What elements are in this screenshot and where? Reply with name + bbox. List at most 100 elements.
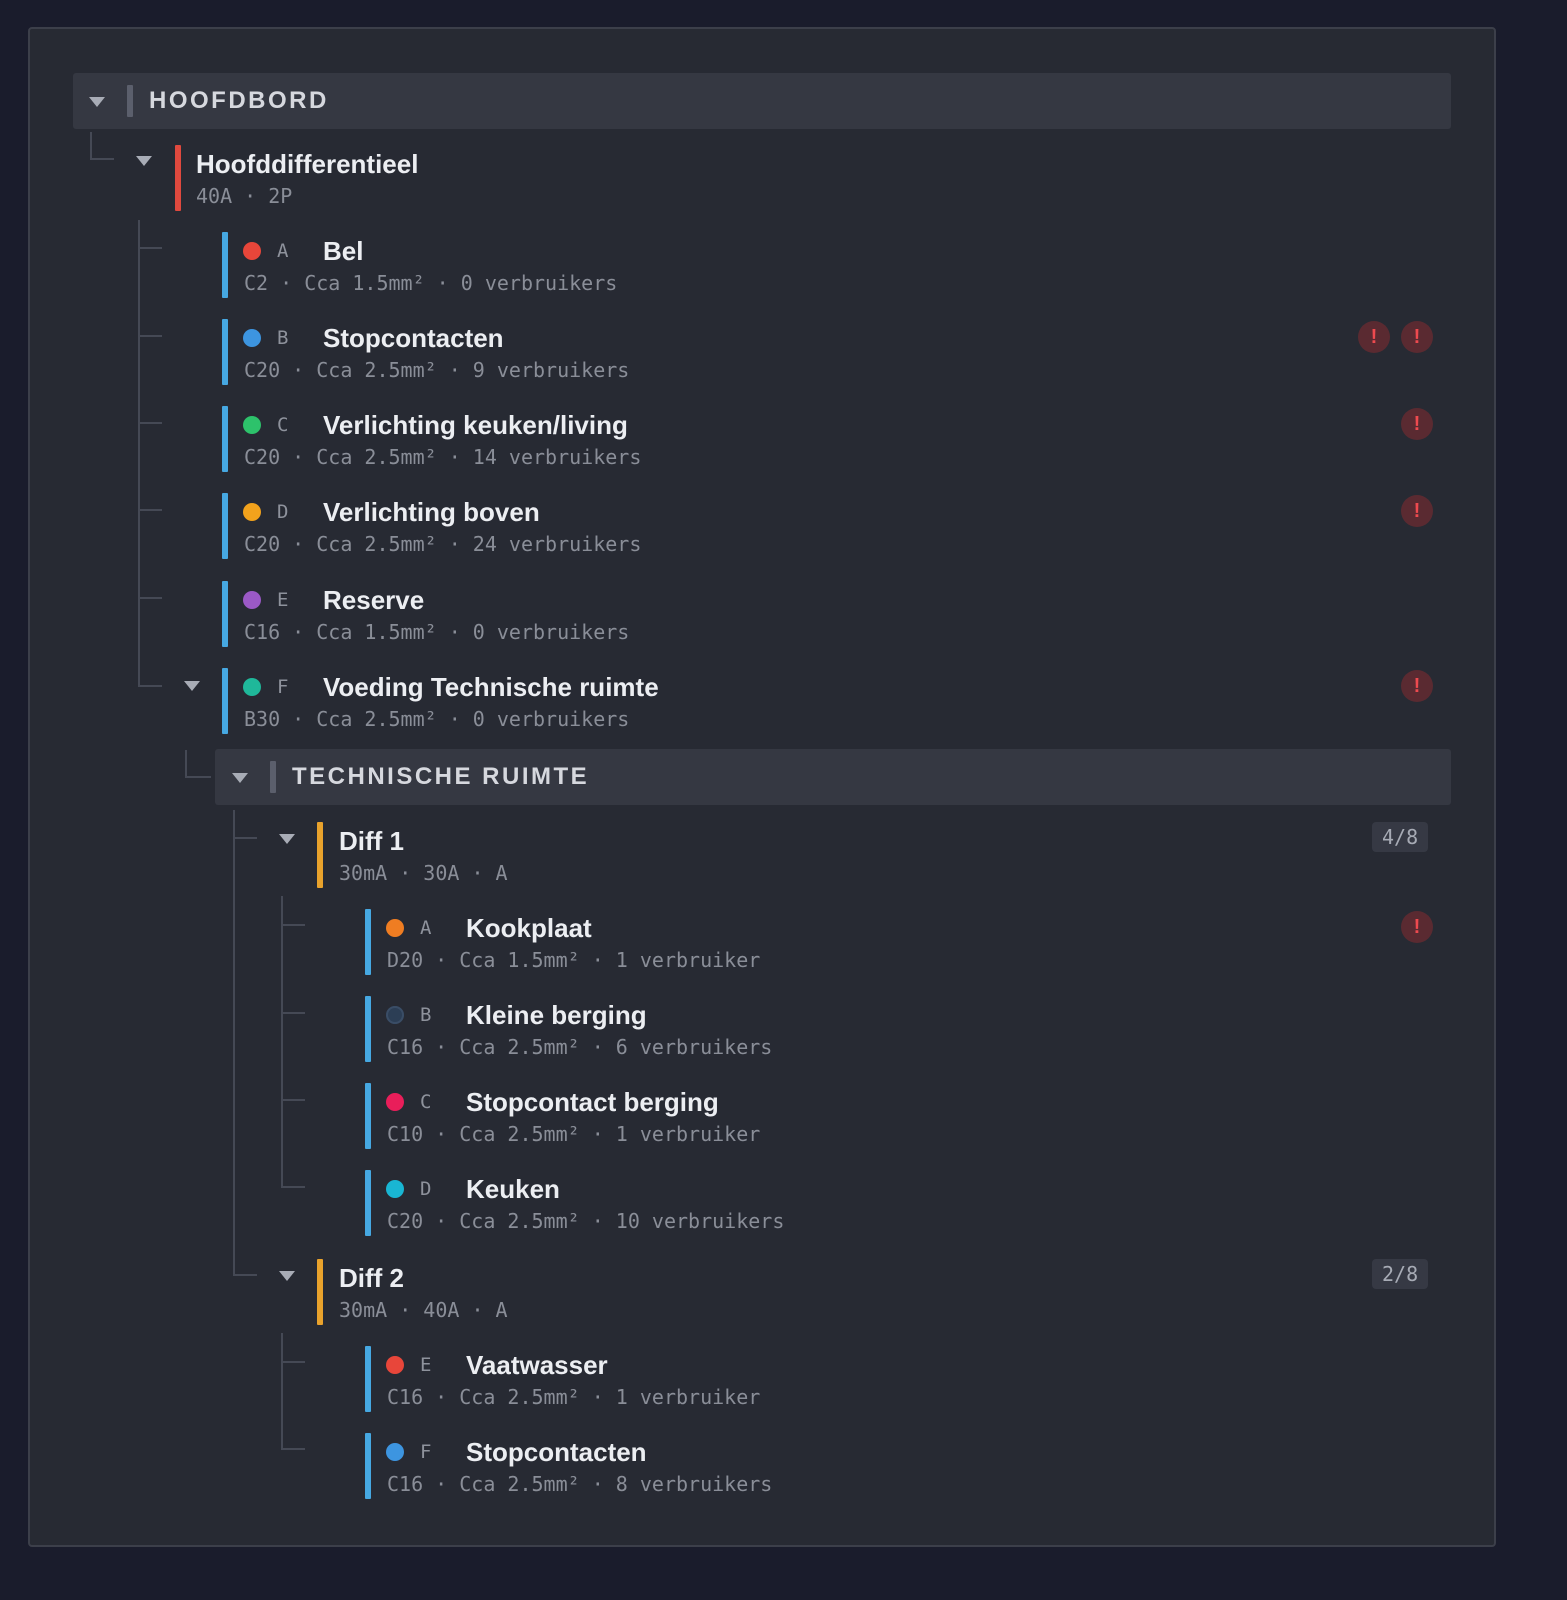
tree-connector [138,335,162,337]
circuit-color-bar [365,909,371,975]
warning-icon[interactable]: ! [1401,321,1433,353]
diff-color-bar [317,1259,323,1325]
circuit-color-dot [386,1180,404,1198]
circuit-meta: C20 · Cca 2.5mm² · 24 verbruikers [244,532,642,556]
circuit-letter: B [277,327,289,349]
circuit-row[interactable]: E Vaatwasser C16 · Cca 2.5mm² · 1 verbru… [365,1346,1437,1412]
circuit-row[interactable]: F Voeding Technische ruimte B30 · Cca 2.… [222,668,1437,734]
circuit-meta: C16 · Cca 2.5mm² · 8 verbruikers [387,1472,773,1496]
tree-connector [138,597,162,599]
warning-icon[interactable]: ! [1401,911,1433,943]
slot-count-badge: 4/8 [1372,822,1429,852]
diff-meta: 30mA · 30A · A [339,861,508,885]
circuit-row[interactable]: D Verlichting boven C20 · Cca 2.5mm² · 2… [222,493,1437,559]
circuit-meta: C16 · Cca 1.5mm² · 0 verbruikers [244,620,630,644]
circuit-color-bar [365,1170,371,1236]
chevron-down-icon[interactable] [184,681,200,691]
circuit-color-dot [386,919,404,937]
circuit-letter: C [277,414,289,436]
circuit-name: Voeding Technische ruimte [323,672,659,702]
circuit-color-bar [365,1346,371,1412]
circuit-meta: C20 · Cca 2.5mm² · 14 verbruikers [244,445,642,469]
circuit-name: Kleine berging [466,1000,647,1030]
board-header-technische-ruimte[interactable]: TECHNISCHE RUIMTE [215,749,1451,805]
tree-connector [90,158,114,160]
circuit-color-bar [365,1083,371,1149]
circuit-meta: C10 · Cca 2.5mm² · 1 verbruiker [387,1122,761,1146]
circuit-name: Verlichting keuken/living [323,410,628,440]
circuit-letter: D [420,1178,432,1200]
circuit-color-dot [386,1443,404,1461]
warning-icon[interactable]: ! [1401,495,1433,527]
circuit-meta: C16 · Cca 2.5mm² · 6 verbruikers [387,1035,773,1059]
tree-connector [281,1099,305,1101]
circuit-row[interactable]: D Keuken C20 · Cca 2.5mm² · 10 verbruike… [365,1170,1437,1236]
tree-connector [281,1186,305,1188]
board-title: TECHNISCHE RUIMTE [292,763,590,790]
tree-connector [90,132,92,160]
circuit-meta: D20 · Cca 1.5mm² · 1 verbruiker [387,948,761,972]
board-title: HOOFDBORD [149,87,329,114]
circuit-meta: B30 · Cca 2.5mm² · 0 verbruikers [244,707,630,731]
tree-connector [233,837,257,839]
diff-breaker[interactable]: Diff 1 30mA · 30A · A 4/8 [317,822,1432,888]
diff-breaker[interactable]: Diff 2 30mA · 40A · A 2/8 [317,1259,1432,1325]
circuit-color-dot [386,1356,404,1374]
breaker-name: Hoofddifferentieel [196,149,419,179]
circuit-row[interactable]: B Kleine berging C16 · Cca 2.5mm² · 6 ve… [365,996,1437,1062]
tree-connector [185,750,187,778]
board-color-bar [270,761,276,793]
circuit-name: Stopcontacten [466,1437,647,1467]
tree-connector [281,924,305,926]
circuit-letter: A [420,917,432,939]
circuit-row[interactable]: C Verlichting keuken/living C20 · Cca 2.… [222,406,1437,472]
circuit-meta: C16 · Cca 2.5mm² · 1 verbruiker [387,1385,761,1409]
circuit-meta: C20 · Cca 2.5mm² · 10 verbruikers [387,1209,785,1233]
circuit-row[interactable]: E Reserve C16 · Cca 1.5mm² · 0 verbruike… [222,581,1437,647]
circuit-meta: C2 · Cca 1.5mm² · 0 verbruikers [244,271,618,295]
tree-connector [138,422,162,424]
breaker-color-bar [175,145,181,211]
circuit-name: Keuken [466,1174,560,1204]
board-color-bar [127,85,133,117]
circuit-color-bar [222,581,228,647]
diff-name: Diff 1 [339,826,404,856]
warning-icon[interactable]: ! [1401,408,1433,440]
chevron-down-icon[interactable] [279,834,295,844]
circuit-row[interactable]: A Kookplaat D20 · Cca 1.5mm² · 1 verbrui… [365,909,1437,975]
chevron-down-icon[interactable] [136,156,152,166]
circuit-color-bar [222,319,228,385]
circuit-row[interactable]: B Stopcontacten C20 · Cca 2.5mm² · 9 ver… [222,319,1437,385]
chevron-down-icon[interactable] [232,773,248,783]
tree-connector [138,685,162,687]
circuit-color-dot [243,503,261,521]
breaker-meta: 40A · 2P [196,184,293,208]
circuit-color-bar [222,406,228,472]
circuit-name: Stopcontacten [323,323,504,353]
board-header-hoofdbord[interactable]: HOOFDBORD [73,73,1451,129]
diff-name: Diff 2 [339,1263,404,1293]
tree-connector [281,896,283,1188]
circuit-row[interactable]: F Stopcontacten C16 · Cca 2.5mm² · 8 ver… [365,1433,1437,1499]
circuit-color-dot [243,678,261,696]
chevron-down-icon[interactable] [89,97,105,107]
diff-meta: 30mA · 40A · A [339,1298,508,1322]
circuit-color-bar [365,1433,371,1499]
circuit-row[interactable]: C Stopcontact berging C10 · Cca 2.5mm² ·… [365,1083,1437,1149]
tree-connector [281,1361,305,1363]
circuit-color-dot [243,242,261,260]
slot-count-badge: 2/8 [1372,1259,1429,1289]
tree-connector [185,776,211,778]
warning-icon[interactable]: ! [1358,321,1390,353]
circuit-letter: C [420,1091,432,1113]
circuit-row[interactable]: A Bel C2 · Cca 1.5mm² · 0 verbruikers [222,232,1437,298]
circuit-name: Kookplaat [466,913,592,943]
tree-connector [138,247,162,249]
chevron-down-icon[interactable] [279,1271,295,1281]
tree-connector [138,220,140,686]
circuit-letter: B [420,1004,432,1026]
distribution-tree: HOOFDBORD Hoofddifferentieel 40A · 2P A … [0,0,1567,1600]
tree-connector [281,1448,305,1450]
warning-icon[interactable]: ! [1401,670,1433,702]
circuit-letter: D [277,501,289,523]
